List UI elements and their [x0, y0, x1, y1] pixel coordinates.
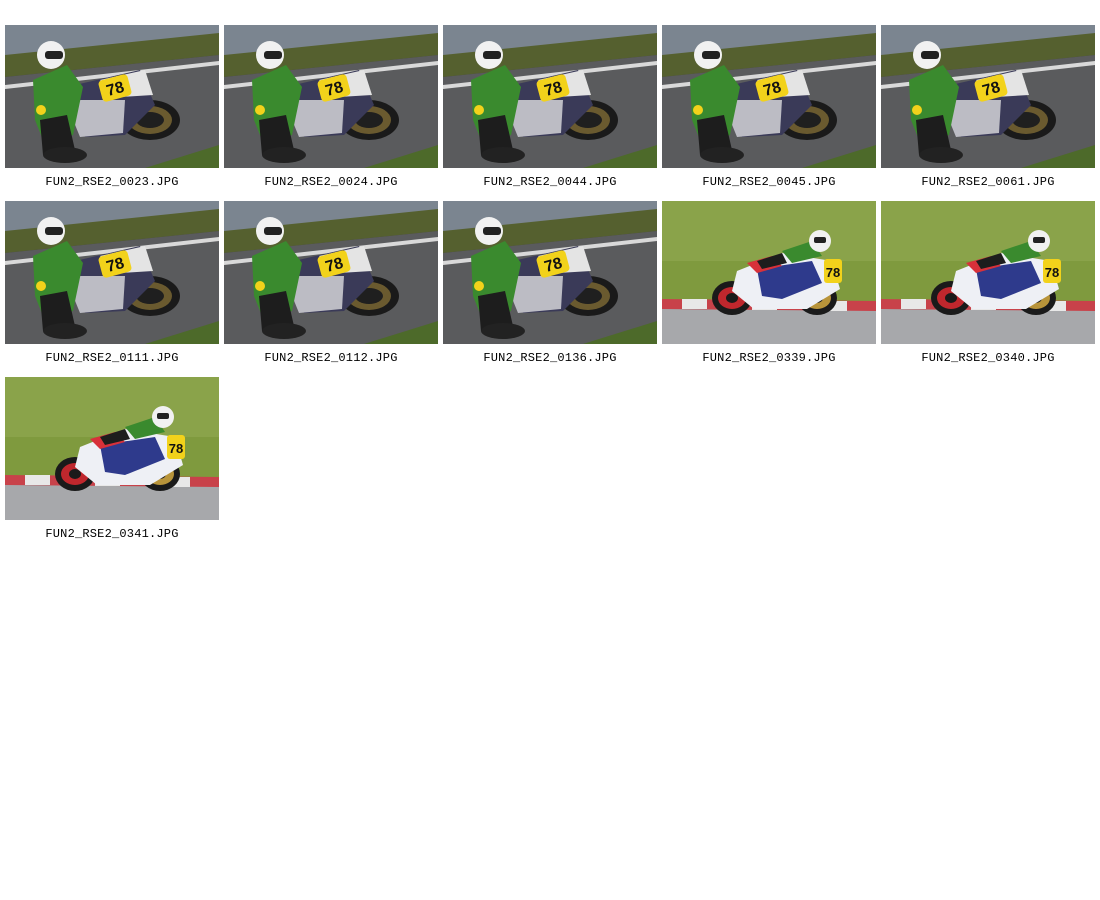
- thumbnail-filename[interactable]: FUN2_RSE2_0340.JPG: [881, 351, 1095, 365]
- thumbnail-image[interactable]: 78: [881, 25, 1095, 168]
- thumbnail-image[interactable]: 78: [662, 25, 876, 168]
- thumbnail-filename[interactable]: FUN2_RSE2_0341.JPG: [5, 527, 219, 541]
- thumbnail-item[interactable]: 78 FUN2_RSE2_0341.JPG: [5, 377, 219, 547]
- thumbnail-item[interactable]: 78 FUN2_RSE2_0340.JPG: [881, 201, 1095, 371]
- thumbnail-item[interactable]: 78 FUN2_RSE2_0045.JPG: [662, 25, 876, 195]
- thumbnail-image[interactable]: 78: [881, 201, 1095, 344]
- thumbnail-image[interactable]: 78: [5, 377, 219, 520]
- thumbnail-item[interactable]: 78 FUN2_RSE2_0136.JPG: [443, 201, 657, 371]
- thumbnail-item[interactable]: 78 FUN2_RSE2_0339.JPG: [662, 201, 876, 371]
- thumbnail-filename[interactable]: FUN2_RSE2_0112.JPG: [224, 351, 438, 365]
- thumbnail-image[interactable]: 78: [5, 201, 219, 344]
- thumbnail-filename[interactable]: FUN2_RSE2_0111.JPG: [5, 351, 219, 365]
- thumbnail-filename[interactable]: FUN2_RSE2_0339.JPG: [662, 351, 876, 365]
- thumbnail-image[interactable]: 78: [224, 201, 438, 344]
- svg-text:78: 78: [169, 441, 183, 456]
- thumbnail-filename[interactable]: FUN2_RSE2_0024.JPG: [224, 175, 438, 189]
- svg-text:78: 78: [826, 265, 840, 280]
- thumbnail-item[interactable]: 78 FUN2_RSE2_0044.JPG: [443, 25, 657, 195]
- thumbnail-item[interactable]: 78 FUN2_RSE2_0112.JPG: [224, 201, 438, 371]
- thumbnail-image[interactable]: 78: [224, 25, 438, 168]
- thumbnail-filename[interactable]: FUN2_RSE2_0023.JPG: [5, 175, 219, 189]
- thumbnail-image[interactable]: 78: [5, 25, 219, 168]
- thumbnail-item[interactable]: 78 FUN2_RSE2_0111.JPG: [5, 201, 219, 371]
- thumbnail-filename[interactable]: FUN2_RSE2_0061.JPG: [881, 175, 1095, 189]
- thumbnail-filename[interactable]: FUN2_RSE2_0045.JPG: [662, 175, 876, 189]
- thumbnail-image[interactable]: 78: [443, 25, 657, 168]
- thumbnail-filename[interactable]: FUN2_RSE2_0044.JPG: [443, 175, 657, 189]
- thumbnail-item[interactable]: 78 FUN2_RSE2_0024.JPG: [224, 25, 438, 195]
- svg-text:78: 78: [1045, 265, 1059, 280]
- thumbnail-filename[interactable]: FUN2_RSE2_0136.JPG: [443, 351, 657, 365]
- thumbnail-item[interactable]: 78 FUN2_RSE2_0061.JPG: [881, 25, 1095, 195]
- thumbnail-image[interactable]: 78: [443, 201, 657, 344]
- thumbnail-image[interactable]: 78: [662, 201, 876, 344]
- thumbnail-item[interactable]: 78 FUN2_RSE2_0023.JPG: [5, 25, 219, 195]
